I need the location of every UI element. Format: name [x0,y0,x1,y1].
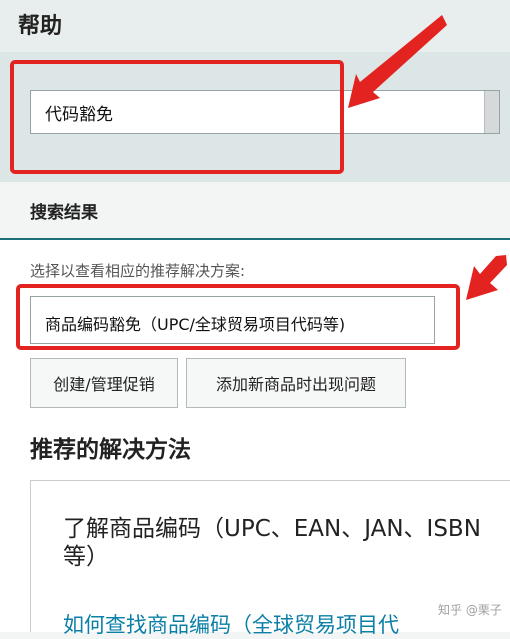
annotation-arrows [348,15,507,300]
arrow-icon [466,255,507,300]
watermark: 知乎 @栗子 [436,600,504,619]
arrow-icon [348,15,447,108]
